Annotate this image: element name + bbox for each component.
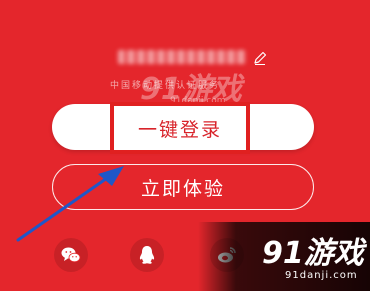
qq-icon xyxy=(139,246,155,264)
try-now-button[interactable]: 立即体验 xyxy=(52,164,314,210)
wechat-login-button[interactable] xyxy=(54,238,88,272)
highlight-box: 一键登录 xyxy=(110,102,250,154)
masked-phone-number xyxy=(118,50,246,64)
edit-pencil-icon[interactable] xyxy=(252,50,268,66)
qq-login-button[interactable] xyxy=(130,238,164,272)
try-now-label: 立即体验 xyxy=(140,177,225,200)
watermark-brand-logo: 91游戏 xyxy=(262,236,364,271)
wechat-icon xyxy=(61,247,81,263)
one-click-login-label: 一键登录 xyxy=(137,118,222,141)
watermark-url: 91danji.com xyxy=(285,270,358,281)
